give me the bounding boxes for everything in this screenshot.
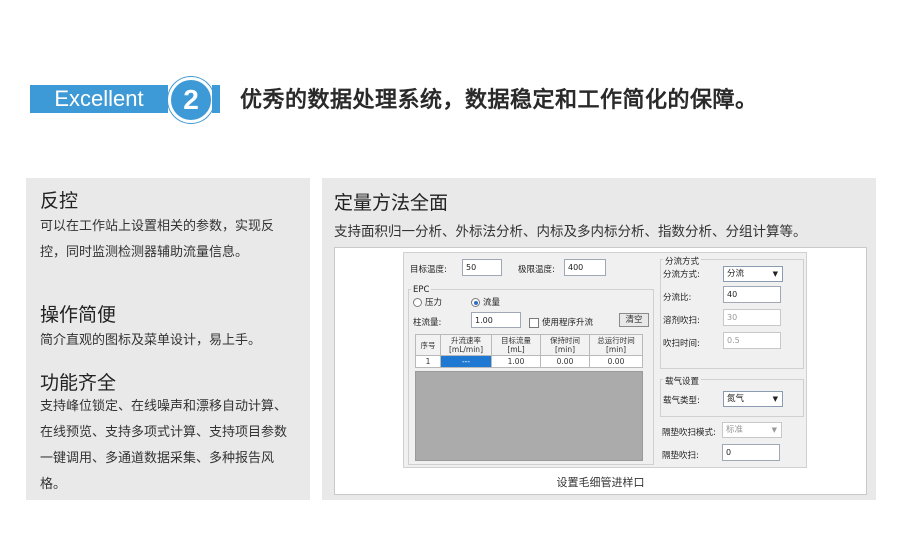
septum-mode-value: 标准 — [726, 425, 744, 435]
dropdown-arrow-icon: ▼ — [772, 395, 778, 403]
septum-purge-label: 隔垫吹扫: — [662, 451, 699, 461]
page-headline: 优秀的数据处理系统，数据稳定和工作简化的保障。 — [240, 88, 758, 113]
pressure-radio[interactable]: 压力 — [413, 296, 442, 308]
cell-hold-time[interactable]: 0.00 — [540, 355, 590, 368]
column-flow-label: 柱流量: — [413, 318, 442, 328]
dropdown-arrow-icon: ▼ — [772, 270, 778, 278]
split-ratio-input[interactable]: 40 — [723, 286, 781, 303]
carrier-type-select[interactable]: 氮气 ▼ — [723, 391, 783, 407]
inlet-settings-window: 目标温度: 50 极限温度: 400 EPC 压力 流量 柱流量: 1.00 使… — [403, 252, 807, 468]
quant-method-subtitle: 支持面积归一分析、外标法分析、内标及多内标分析、指数分析、分组计算等。 — [334, 224, 807, 240]
radio-icon — [413, 298, 422, 307]
col-header-hold-time: 保持时间 [min] — [540, 334, 590, 356]
section-text-remote-control: 可以在工作站上设置相关的参数，实现反控，同时监测检测器辅助流量信息。 — [40, 219, 275, 260]
table-header-row: 序号 升流速率 [mL/min] 目标流量 [mL] 保持时间 [min] 总运… — [415, 334, 643, 356]
pressure-label: 压力 — [425, 298, 443, 308]
flow-program-table: 序号 升流速率 [mL/min] 目标流量 [mL] 保持时间 [min] 总运… — [415, 334, 643, 368]
col-header-rate: 升流速率 [mL/min] — [440, 334, 492, 356]
left-feature-panel: 反控 可以在工作站上设置相关的参数，实现反控，同时监测检测器辅助流量信息。 操作… — [26, 178, 310, 500]
screenshot-frame: 目标温度: 50 极限温度: 400 EPC 压力 流量 柱流量: 1.00 使… — [334, 247, 867, 495]
table-empty-area — [415, 371, 643, 461]
section-title-remote-control: 反控 — [40, 190, 79, 212]
checkbox-icon — [529, 317, 539, 328]
section-text-full-features: 支持峰位锁定、在线噪声和漂移自动计算、在线预览、支持多项式计算、支持项目参数一键… — [40, 399, 288, 492]
section-title-full-features: 功能齐全 — [40, 372, 117, 394]
col-header-total-time: 总运行时间 [min] — [589, 334, 643, 356]
limit-temp-input[interactable]: 400 — [564, 259, 606, 276]
split-mode-group: 分流方式 分流方式: 分流 ▼ 分流比: 40 溶剂吹扫: 30 吹扫时间: 0.… — [660, 255, 804, 369]
feature-number-badge: 2 — [168, 77, 214, 123]
cell-index[interactable]: 1 — [415, 355, 441, 368]
solvent-purge-label: 溶剂吹扫: — [663, 316, 700, 326]
split-ratio-label: 分流比: — [663, 293, 692, 303]
col-header-index: 序号 — [415, 334, 441, 356]
carrier-type-value: 氮气 — [727, 394, 745, 404]
column-flow-input[interactable]: 1.00 — [471, 312, 521, 328]
clear-button[interactable]: 清空 — [619, 313, 649, 327]
section-title-easy-operation: 操作简便 — [40, 304, 117, 326]
screenshot-caption: 设置毛细管进样口 — [556, 476, 645, 489]
cell-rate[interactable]: --- — [440, 355, 492, 368]
purge-time-input[interactable]: 0.5 — [723, 332, 781, 349]
flow-radio[interactable]: 流量 — [471, 296, 500, 308]
table-row[interactable]: 1 --- 1.00 0.00 0.00 — [415, 355, 643, 368]
carrier-type-label: 载气类型: — [663, 396, 700, 406]
use-program-checkbox[interactable]: 使用程序升流 — [529, 316, 593, 328]
use-program-label: 使用程序升流 — [542, 318, 594, 328]
radio-selected-icon — [471, 298, 480, 307]
badge-bracket — [212, 85, 220, 113]
cell-total-time[interactable]: 0.00 — [589, 355, 643, 368]
right-feature-panel: 定量方法全面 支持面积归一分析、外标法分析、内标及多内标分析、指数分析、分组计算… — [322, 178, 876, 500]
split-mode-label: 分流方式: — [663, 270, 700, 280]
purge-time-label: 吹扫时间: — [663, 339, 700, 349]
limit-temp-label: 极限温度: — [518, 265, 555, 275]
solvent-purge-input[interactable]: 30 — [723, 309, 781, 326]
split-mode-value: 分流 — [727, 269, 745, 279]
carrier-group-label: 载气设置 — [663, 375, 702, 387]
split-mode-select[interactable]: 分流 ▼ — [723, 266, 783, 282]
carrier-gas-group: 载气设置 载气类型: 氮气 ▼ — [660, 375, 804, 417]
excellent-badge: Excellent — [30, 85, 168, 113]
dropdown-arrow-icon: ▼ — [771, 426, 777, 434]
epc-group: EPC 压力 流量 柱流量: 1.00 使用程序升流 清空 序号 升流速率 [m… — [408, 285, 654, 465]
quant-method-title: 定量方法全面 — [334, 192, 449, 214]
flow-label: 流量 — [483, 298, 501, 308]
cell-target-flow[interactable]: 1.00 — [491, 355, 541, 368]
septum-mode-label: 隔垫吹扫模式: — [662, 428, 716, 438]
septum-purge-input[interactable]: 0 — [722, 444, 780, 461]
epc-label: EPC — [411, 285, 432, 295]
section-text-easy-operation: 简介直观的图标及菜单设计，易上手。 — [40, 333, 262, 348]
target-temp-label: 目标温度: — [410, 265, 447, 275]
col-header-target-flow: 目标流量 [mL] — [491, 334, 541, 356]
split-group-label: 分流方式 — [663, 255, 702, 267]
septum-mode-select[interactable]: 标准 ▼ — [722, 422, 782, 438]
target-temp-input[interactable]: 50 — [462, 259, 502, 276]
